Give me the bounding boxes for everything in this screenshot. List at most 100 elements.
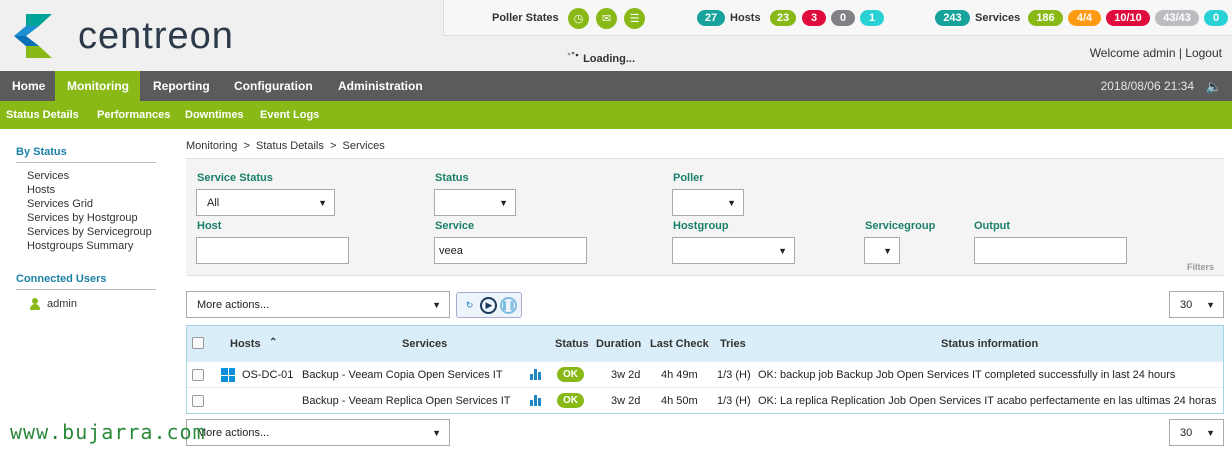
sidebar: By Status Services Hosts Services Grid S…	[16, 146, 156, 310]
row-tries: 1/3 (H)	[717, 369, 751, 381]
chevron-down-icon: ▼	[883, 246, 892, 256]
welcome-logout-link[interactable]: Welcome admin | Logout	[1090, 46, 1222, 60]
chevron-down-icon: ▼	[1206, 428, 1215, 438]
windows-icon	[221, 368, 235, 382]
service-status-value: All	[207, 196, 220, 209]
spinner-icon	[567, 52, 579, 57]
graph-icon[interactable]	[530, 369, 542, 380]
poller-label: Poller	[673, 172, 704, 184]
sidebar-item-services-by-hostgroup[interactable]: Services by Hostgroup	[27, 211, 156, 225]
services-pending-badge[interactable]: 0	[1204, 10, 1228, 26]
status-select[interactable]: ▼	[434, 189, 516, 216]
poller-select[interactable]: ▼	[672, 189, 744, 216]
row-service[interactable]: Backup - Veeam Replica Open Services IT	[302, 395, 510, 407]
services-total-badge[interactable]: 243	[935, 10, 970, 26]
nav-administration[interactable]: Administration	[326, 71, 435, 101]
chevron-down-icon: ▼	[432, 300, 441, 310]
sidebar-item-hostgroups-summary[interactable]: Hostgroups Summary	[27, 239, 156, 253]
column-tries[interactable]: Tries	[720, 338, 746, 350]
nav-home[interactable]: Home	[0, 71, 55, 101]
subnav-event-logs[interactable]: Event Logs	[260, 101, 319, 129]
more-actions-select-top[interactable]: More actions... ▼	[186, 291, 450, 318]
logo-text: centreon	[78, 14, 234, 57]
loading-indicator: Loading...	[566, 52, 635, 65]
chevron-down-icon: ▼	[432, 428, 441, 438]
database-icon[interactable]: ☰	[624, 8, 645, 29]
column-hosts[interactable]: Hosts	[230, 338, 261, 350]
services-warning-badge[interactable]: 4/4	[1068, 10, 1101, 26]
poller-states-label: Poller States	[492, 12, 559, 24]
subnav-performances[interactable]: Performances	[97, 101, 170, 129]
nav-configuration[interactable]: Configuration	[222, 71, 325, 101]
centreon-logo[interactable]: centreon	[14, 14, 234, 58]
hosts-pending-badge[interactable]: 1	[860, 10, 884, 26]
hosts-up-badge[interactable]: 23	[770, 10, 796, 26]
nav-monitoring[interactable]: Monitoring	[55, 71, 140, 101]
host-label: Host	[197, 220, 222, 232]
nav-reporting[interactable]: Reporting	[141, 71, 222, 101]
hosts-down-badge[interactable]: 3	[802, 10, 826, 26]
centreon-logo-icon	[14, 14, 52, 58]
row-checkbox[interactable]	[192, 395, 204, 407]
table-row[interactable]: Backup - Veeam Replica Open Services IT …	[187, 387, 1223, 413]
hosts-total-badge[interactable]: 27	[697, 10, 725, 26]
pause-icon[interactable]: ❚❚	[499, 296, 517, 314]
select-all-checkbox[interactable]	[192, 337, 204, 349]
row-checkbox[interactable]	[192, 369, 204, 381]
header: centreon Poller States ◷ ✉ ☰ 27 Hosts 23…	[0, 0, 1232, 71]
clock-icon[interactable]: ◷	[568, 8, 589, 29]
mail-icon[interactable]: ✉	[596, 8, 617, 29]
filters-panel: Service Status All ▼ Status ▼ Poller ▼ H…	[186, 158, 1224, 276]
connected-user[interactable]: admin	[30, 298, 156, 310]
filters-caption[interactable]: Filters	[1187, 262, 1214, 272]
services-ok-badge[interactable]: 186	[1028, 10, 1063, 26]
hostgroup-select[interactable]: ▼	[672, 237, 795, 264]
servicegroup-select[interactable]: ▼	[864, 237, 900, 264]
column-last-check[interactable]: Last Check	[650, 338, 709, 350]
chevron-down-icon: ▼	[727, 198, 736, 208]
refresh-icon[interactable]: ↻	[461, 297, 478, 314]
row-service[interactable]: Backup - Veeam Copia Open Services IT	[302, 369, 503, 381]
column-services[interactable]: Services	[402, 338, 447, 350]
play-icon[interactable]: ▶	[480, 296, 498, 314]
output-label: Output	[974, 220, 1011, 232]
graph-icon[interactable]	[530, 395, 542, 406]
hosts-unreachable-badge[interactable]: 0	[831, 10, 855, 26]
service-label: Service	[435, 220, 475, 232]
service-status-select[interactable]: All ▼	[196, 189, 335, 216]
service-input[interactable]: veea	[434, 237, 587, 264]
per-page-select-top[interactable]: 30 ▼	[1169, 291, 1224, 318]
column-status-information[interactable]: Status information	[941, 338, 1038, 350]
more-actions-value: More actions...	[197, 426, 270, 439]
top-status-bar: Poller States ◷ ✉ ☰ 27 Hosts 23 3 0 1 24…	[443, 0, 1232, 36]
output-input[interactable]	[974, 237, 1127, 264]
sidebar-item-services[interactable]: Services	[27, 169, 156, 183]
services-critical-badge[interactable]: 10/10	[1106, 10, 1150, 26]
servicegroup-label: Servicegroup	[865, 220, 936, 232]
services-table: Hosts ⌃ Services Status Duration Last Ch…	[186, 325, 1224, 414]
per-page-value: 30	[1180, 426, 1193, 439]
per-page-select-bottom[interactable]: 30 ▼	[1169, 419, 1224, 446]
subnav-status-details[interactable]: Status Details	[6, 101, 79, 129]
row-host[interactable]: OS-DC-01	[242, 369, 293, 381]
services-unknown-badge[interactable]: 43/43	[1155, 10, 1199, 26]
row-duration: 3w 2d	[611, 369, 641, 381]
table-row[interactable]: OS-DC-01 Backup - Veeam Copia Open Servi…	[187, 361, 1223, 387]
sound-icon[interactable]: 🔈	[1206, 79, 1222, 95]
row-last-check: 4h 50m	[661, 395, 698, 407]
datetime: 2018/08/06 21:34	[1100, 79, 1194, 93]
column-duration[interactable]: Duration	[596, 338, 641, 350]
subnav-downtimes[interactable]: Downtimes	[185, 101, 244, 129]
host-input[interactable]	[196, 237, 349, 264]
sort-ascending-icon[interactable]: ⌃	[269, 337, 277, 348]
services-label: Services	[975, 12, 1021, 24]
sidebar-item-hosts[interactable]: Hosts	[27, 183, 156, 197]
sidebar-item-services-by-servicegroup[interactable]: Services by Servicegroup	[27, 225, 156, 239]
breadcrumb[interactable]: Monitoring > Status Details > Services	[186, 140, 385, 152]
status-badge: OK	[557, 367, 584, 382]
watermark: www.bujarra.com	[10, 420, 206, 444]
more-actions-select-bottom[interactable]: More actions... ▼	[186, 419, 450, 446]
column-status[interactable]: Status	[555, 338, 589, 350]
connected-users-title: Connected Users	[16, 273, 156, 290]
sidebar-item-services-grid[interactable]: Services Grid	[27, 197, 156, 211]
